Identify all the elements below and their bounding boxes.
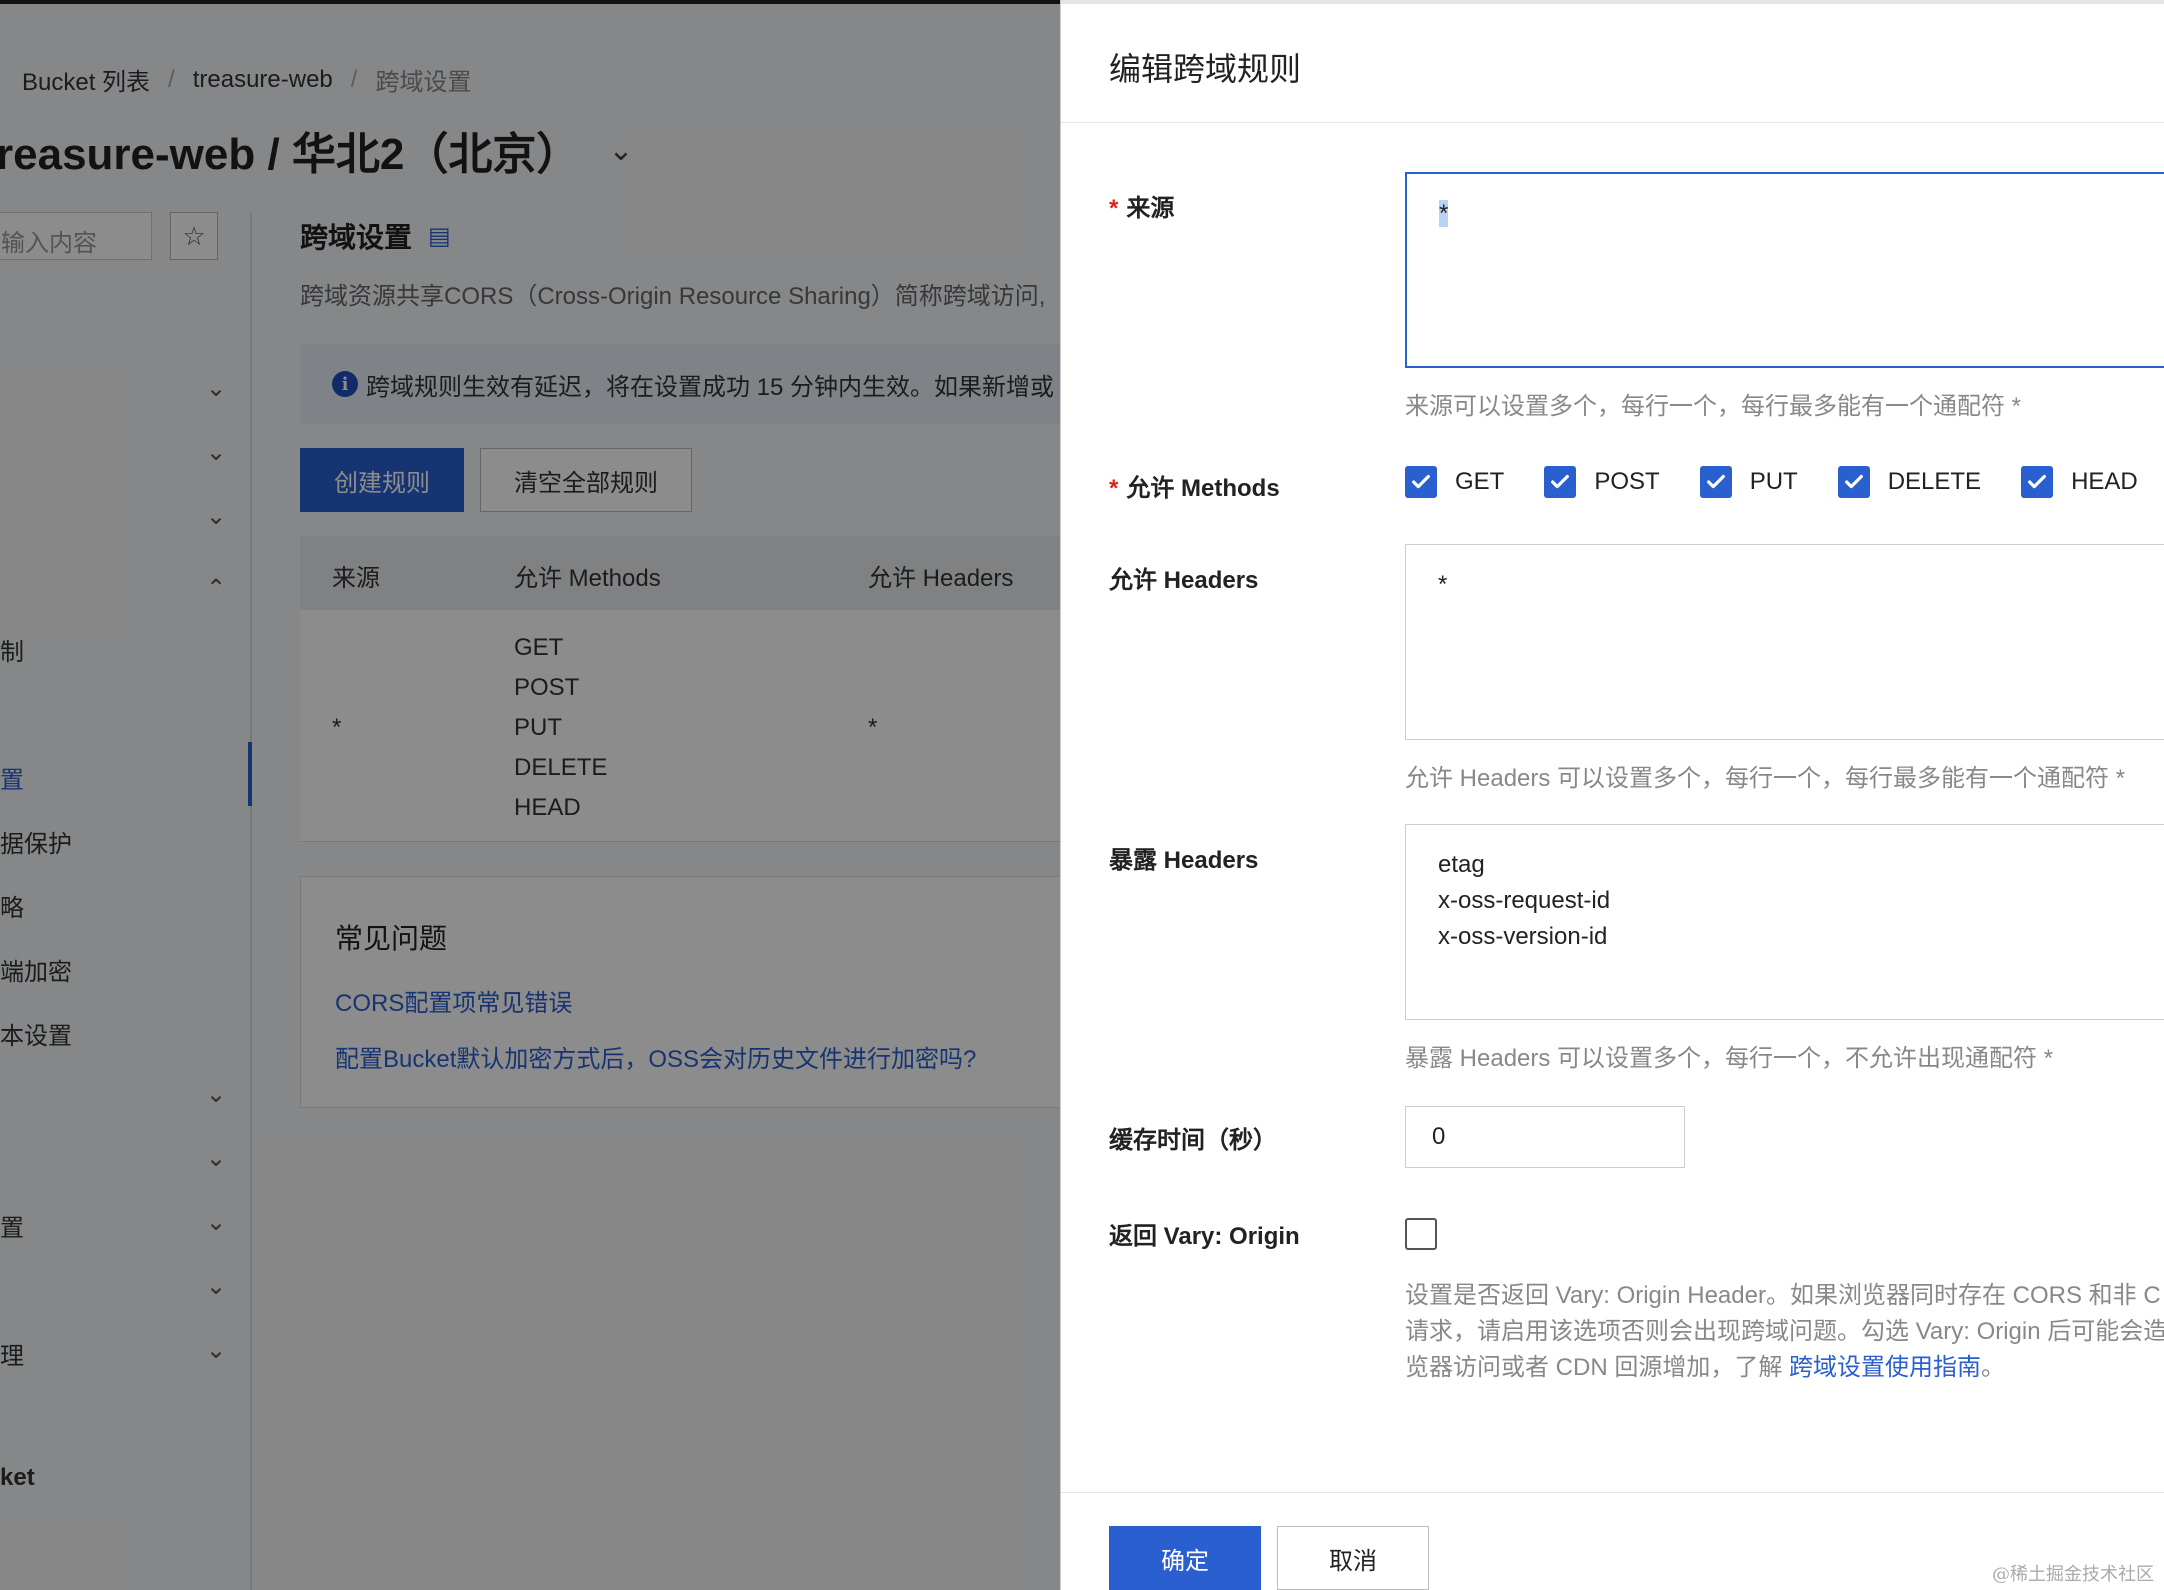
vary-desc-line: 请求，请启用该选项否则会出现跨域问题。勾选 Vary: Origin 后可能会造 xyxy=(1405,1318,2164,1345)
allow-headers-label: 允许 Headers xyxy=(1109,567,1259,594)
origin-label-text: 来源 xyxy=(1126,195,1175,222)
checkbox-checked-icon[interactable] xyxy=(2021,466,2054,498)
modal-overlay[interactable] xyxy=(0,0,1060,1590)
edit-cors-rule-drawer: 编辑跨域规则 * 来源 * 来源可以设置多个，每行一个，每行最多能有一个通配符 *… xyxy=(1060,0,2164,1590)
method-post-checkbox[interactable]: POST xyxy=(1544,466,1660,498)
checkbox-checked-icon[interactable] xyxy=(1837,466,1870,498)
drawer-title: 编辑跨域规则 xyxy=(1109,51,1302,87)
cancel-button[interactable]: 取消 xyxy=(1277,1526,1429,1590)
watermark: @稀土掘金技术社区 xyxy=(1992,1564,2154,1585)
method-label: POST xyxy=(1594,468,1660,495)
origin-value: * xyxy=(1439,200,1449,227)
confirm-button[interactable]: 确定 xyxy=(1109,1526,1261,1590)
origin-label: * 来源 xyxy=(1109,188,1174,223)
methods-group: GET POST PUT DELETE HEAD xyxy=(1405,466,2164,498)
expose-headers-textarea[interactable]: etag x-oss-request-id x-oss-version-id xyxy=(1405,824,2164,1020)
vary-desc-line: 览器访问或者 CDN 回源增加，了解 跨域设置使用指南。 xyxy=(1405,1350,2164,1386)
drawer-top-border xyxy=(1061,0,2164,4)
allow-headers-textarea[interactable]: * xyxy=(1405,544,2164,740)
vary-desc-text: 。 xyxy=(1981,1354,2005,1381)
origin-textarea[interactable]: * xyxy=(1405,172,2164,368)
checkbox-checked-icon[interactable] xyxy=(1405,466,1437,498)
vary-desc-line: 设置是否返回 Vary: Origin Header。如果浏览器同时存在 COR… xyxy=(1405,1282,2161,1309)
method-head-checkbox[interactable]: HEAD xyxy=(2021,466,2138,498)
vary-desc-text: 览器访问或者 CDN 回源增加，了解 xyxy=(1405,1354,1789,1381)
method-label: DELETE xyxy=(1887,468,1982,495)
footer-divider xyxy=(1061,1492,2164,1493)
method-put-checkbox[interactable]: PUT xyxy=(1699,466,1798,498)
cache-time-input[interactable]: 0 xyxy=(1405,1106,1685,1168)
expose-headers-help: 暴露 Headers 可以设置多个，每行一个，不允许出现通配符 * xyxy=(1405,1045,2054,1072)
method-label: GET xyxy=(1455,468,1505,495)
method-label: HEAD xyxy=(2071,468,2138,495)
required-mark: * xyxy=(1109,475,1119,502)
vary-origin-label: 返回 Vary: Origin xyxy=(1109,1223,1300,1250)
checkbox-checked-icon[interactable] xyxy=(1699,466,1732,498)
required-mark: * xyxy=(1109,195,1119,222)
method-label: PUT xyxy=(1749,468,1798,495)
method-delete-checkbox[interactable]: DELETE xyxy=(1837,466,1982,498)
expose-headers-label: 暴露 Headers xyxy=(1109,847,1259,874)
methods-label-text: 允许 Methods xyxy=(1126,475,1280,502)
allow-headers-help: 允许 Headers 可以设置多个，每行一个，每行最多能有一个通配符 * xyxy=(1405,765,2126,792)
drawer-divider xyxy=(1061,122,2164,123)
vary-origin-checkbox[interactable] xyxy=(1405,1218,1437,1250)
vary-origin-description: 设置是否返回 Vary: Origin Header。如果浏览器同时存在 COR… xyxy=(1405,1278,2164,1386)
methods-label: * 允许 Methods xyxy=(1109,468,1280,503)
origin-help: 来源可以设置多个，每行一个，每行最多能有一个通配符 * xyxy=(1405,393,2022,420)
checkbox-checked-icon[interactable] xyxy=(1544,466,1577,498)
method-get-checkbox[interactable]: GET xyxy=(1405,466,1504,498)
cors-guide-link[interactable]: 跨域设置使用指南 xyxy=(1789,1354,1981,1381)
cache-time-label: 缓存时间（秒） xyxy=(1109,1127,1277,1154)
